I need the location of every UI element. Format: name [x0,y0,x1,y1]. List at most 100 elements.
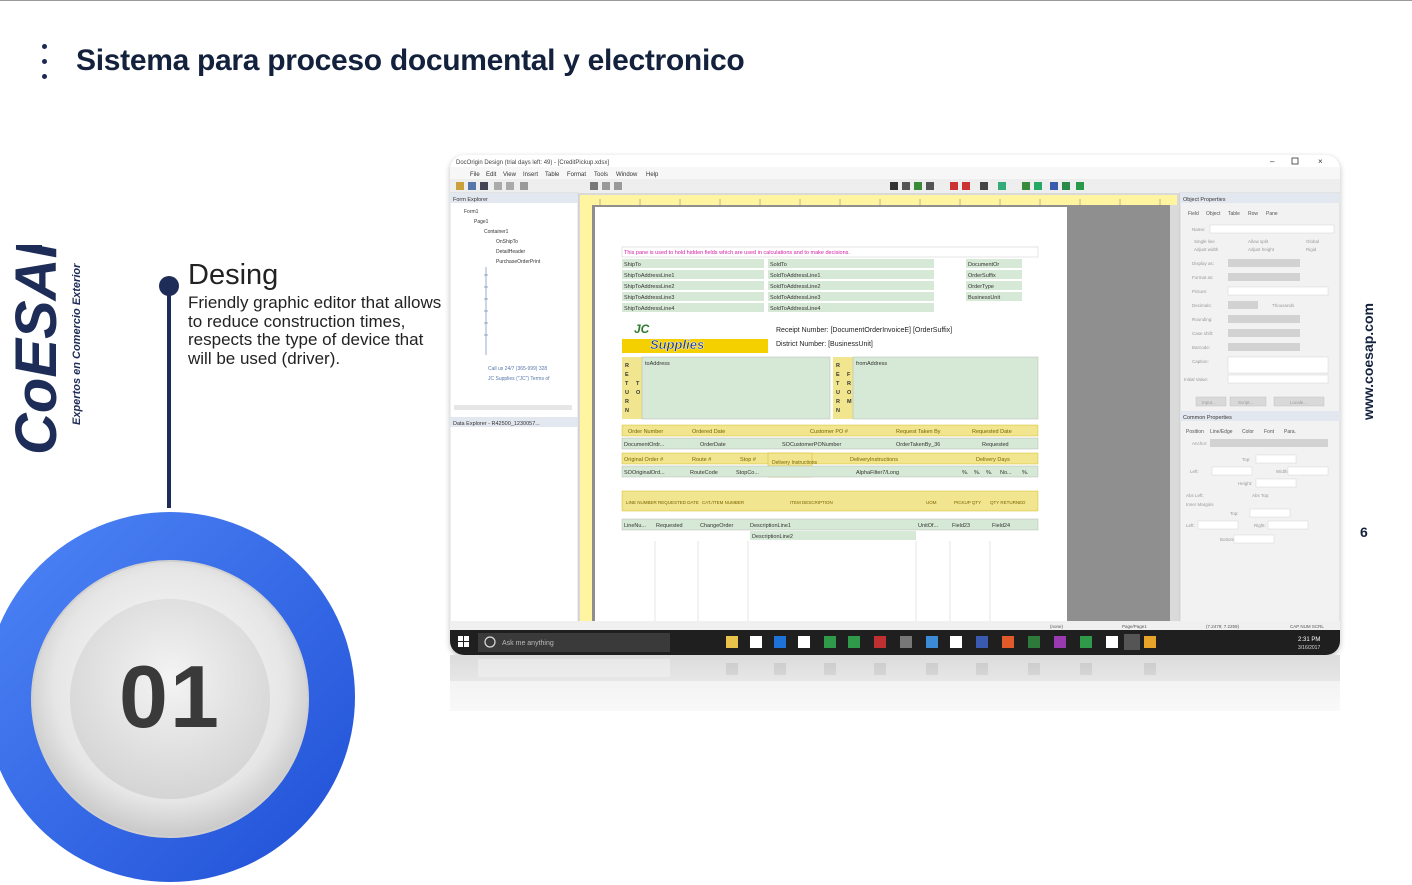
tab-object[interactable]: Object [1206,211,1221,217]
coesap-logo: CoESAP Expertos en Comercio Exterior [4,245,83,455]
shipto-field: ShipToAddressLine3 [624,295,674,301]
prop-label: Anchor: [1192,441,1208,446]
data-explorer-title: Data Explorer - R42500_1230057... [453,421,540,427]
tree-item[interactable]: JC Supplies ("JC") Terms of [488,376,550,382]
vertical-ruler [580,205,592,645]
data-cell: Field23 [952,523,970,529]
prop-label: Single line [1194,239,1215,244]
return-letter: N [836,408,840,414]
menu-table[interactable]: Table [545,172,560,178]
taskbar-search-placeholder[interactable]: Ask me anything [502,640,554,647]
data-cell: DescriptionLine1 [750,523,791,529]
data-cell: %. [986,470,993,476]
minimize-icon[interactable]: – [1270,157,1275,166]
receipt-number: Receipt Number: [DocumentOrderInvoiceE] … [776,327,952,334]
prop-label: Top: [1242,457,1251,462]
screenshot-reflection [450,655,1340,796]
menu-help[interactable]: Help [646,172,659,178]
taskbar-time: 2:31 PM [1298,637,1320,643]
top-divider-line [0,0,1412,1]
tab-position[interactable]: Position [1186,429,1204,435]
tab-color[interactable]: Color [1242,429,1254,435]
form-explorer-scrollbar[interactable] [454,405,572,410]
prop-label: Rounding: [1192,317,1213,322]
header-cell: PICKUP QTY [954,500,981,505]
object-properties-title: Object Properties [1183,197,1226,203]
logo-top-text: JC [634,322,650,336]
script-button[interactable]: Script... [1238,400,1253,405]
from-letter: R [847,381,851,387]
prop-label: Abs Left: [1186,493,1204,498]
shipto-field: ShipTo [624,262,641,268]
tree-item[interactable]: OnShipTo [496,239,518,245]
tree-item[interactable]: Container1 [484,229,509,235]
menu-insert[interactable]: Insert [523,172,538,178]
prop-label: Adjust height [1248,247,1275,252]
header-cell: LINE NUMBER [626,500,658,505]
timeline-line [167,286,171,508]
data-cell: Requested [656,523,683,529]
soldto-field: SoldToAddressLine2 [770,284,820,290]
prop-label: Bottom: [1220,537,1236,542]
header-cell: Ordered Date [692,429,725,435]
tree-item[interactable]: Call us 24/7 (365-999) 328 [488,366,547,372]
tree-item[interactable]: PurchaseOrderPrint [496,259,541,265]
header-cell: REQUESTED DATE [658,500,699,505]
status-item: Page/Page1 [1122,624,1147,629]
common-properties-title: Common Properties [1183,415,1232,421]
to-address-box[interactable] [641,356,831,420]
canvas-scrollbar[interactable] [1170,205,1177,645]
prop-label: Barcode: [1192,345,1210,350]
timeline-dot [159,276,179,296]
return-letter: U [625,390,629,396]
close-icon[interactable]: × [1318,157,1323,166]
menu-edit[interactable]: Edit [486,172,497,178]
prop-label: Width: [1276,469,1289,474]
status-item: (7.2479; 7.2259) [1206,624,1240,629]
soldto-field: SoldToAddressLine3 [770,295,820,301]
menu-view[interactable]: View [503,172,517,178]
prop-label: Global [1306,239,1319,244]
from-letter: O [847,390,852,396]
form-explorer-title: Form Explorer [453,197,488,203]
to-letter: O [636,390,641,396]
header-cell: Customer PO # [810,429,849,435]
tab-row[interactable]: Row [1248,211,1258,217]
soldto-field: SoldTo [770,262,787,268]
tree-item[interactable]: DetailHeader [496,249,526,255]
tab-line-edge[interactable]: Line/Edge [1210,429,1233,435]
status-item: (none) [1050,624,1064,629]
delivery-instructions-header: Delivery Instructions [772,460,818,466]
data-cell: DocumentOrdr... [624,442,665,448]
input-button[interactable]: Input... [1202,400,1216,405]
tree-item[interactable]: Form1 [464,209,479,215]
return-letter: E [836,372,840,378]
tab-table[interactable]: Table [1228,211,1240,217]
website-text: www.coesap.com [1360,303,1376,420]
status-item: CAP NUM SCRL [1290,624,1324,629]
tab-font[interactable]: Font [1264,429,1275,435]
shipto-field: ShipToAddressLine1 [624,273,674,279]
prop-label: Thousands [1272,303,1295,308]
logo-bottom-text: Supplies [650,337,704,352]
return-letter: R [836,399,840,405]
data-cell: StopCo... [736,470,759,476]
prop-label: Allow split [1248,239,1269,244]
prop-label: Top: [1230,511,1239,516]
menu-window[interactable]: Window [616,172,638,178]
item-data-row[interactable] [621,518,1039,531]
tab-para[interactable]: Para. [1284,429,1296,435]
menu-format[interactable]: Format [567,172,586,178]
menu-file[interactable]: File [470,172,480,178]
tab-field[interactable]: Field [1188,211,1199,217]
tab-pane[interactable]: Pane [1266,211,1278,217]
menu-tools[interactable]: Tools [594,172,608,178]
docorigin-window: DocOrigin Design (trial days left: 49) -… [450,155,1340,655]
locale-button[interactable]: Locale... [1290,400,1307,405]
tree-item[interactable]: Page1 [474,219,489,225]
data-cell: ChangeOrder [700,523,733,529]
prop-label: Case shift: [1192,331,1213,336]
from-address: fromAddress [856,361,887,367]
horizontal-ruler [580,195,1177,205]
doc-field: BusinessUnit [968,295,1001,301]
